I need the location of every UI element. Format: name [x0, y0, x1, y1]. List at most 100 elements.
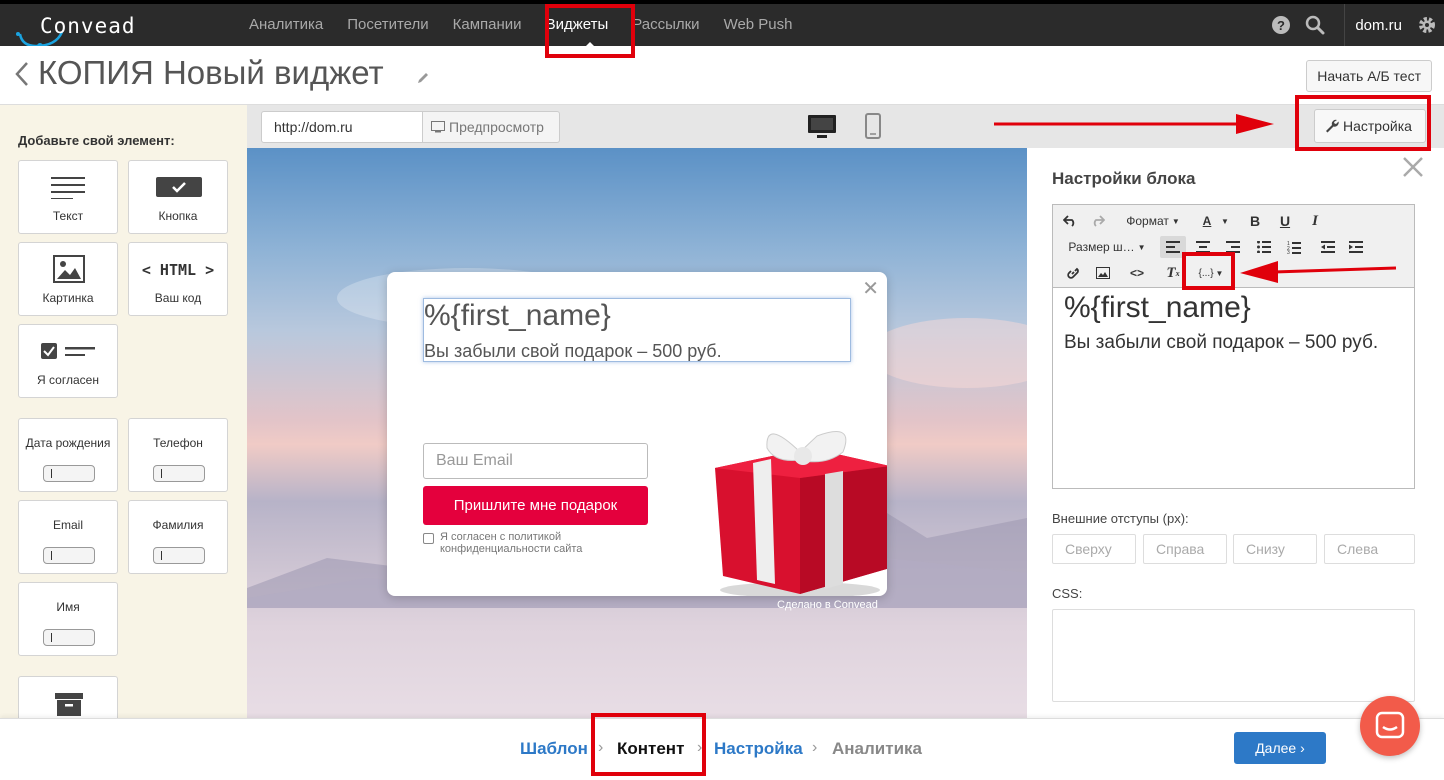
popup-consent-label: Я согласен с политикой конфиденциальност… [440, 531, 583, 555]
bold-icon[interactable]: B [1245, 210, 1265, 232]
svg-text:3: 3 [1287, 250, 1290, 254]
logo-text: Convead [40, 14, 136, 38]
margin-top-input[interactable]: Сверху [1052, 534, 1136, 564]
checkbox-icon [41, 343, 95, 359]
desktop-device-icon[interactable] [808, 115, 836, 139]
undo-icon[interactable] [1059, 210, 1081, 232]
popup-cta-button[interactable]: Пришлите мне подарок [423, 486, 648, 525]
field-preview-input [43, 629, 95, 646]
top-right-tools: ? dom.ru [1264, 4, 1444, 46]
popup-email-input[interactable]: Ваш Email [423, 443, 648, 479]
source-code-icon[interactable]: <> [1125, 262, 1149, 284]
close-panel-icon[interactable] [1402, 156, 1424, 178]
popup-heading: %{first_name} [424, 299, 611, 332]
clear-format-icon[interactable]: Tx [1161, 262, 1185, 284]
popup-text-block[interactable]: %{first_name} Вы забыли свой подарок – 5… [423, 298, 851, 362]
outdent-icon[interactable] [1316, 236, 1340, 258]
align-left-icon[interactable] [1160, 236, 1186, 258]
nav-widgets[interactable]: Виджеты [534, 4, 621, 46]
step-content[interactable]: Контент [617, 739, 684, 759]
wizard-bar: Шаблон › Контент › Настройка › Аналитика… [0, 718, 1444, 780]
main-nav: Аналитика Посетители Кампании Виджеты Ра… [237, 4, 805, 46]
field-lastname[interactable]: Фамилия [128, 500, 228, 574]
widget-canvas: ✕ %{first_name} Вы забыли свой подарок –… [247, 148, 1027, 718]
back-chevron-icon[interactable] [14, 60, 30, 88]
format-dropdown[interactable]: Формат ▼ [1121, 210, 1185, 232]
underline-icon[interactable]: U [1275, 210, 1295, 232]
canvas-toolbar: http://dom.ru Предпросмотр Настройка [247, 104, 1444, 148]
insert-image-icon[interactable] [1091, 262, 1115, 284]
popup-subheading: Вы забыли свой подарок – 500 руб. [424, 341, 722, 361]
css-label: CSS: [1052, 586, 1083, 601]
element-label: Картинка [42, 291, 94, 305]
font-size-dropdown[interactable]: Размер ш… ▼ [1061, 236, 1153, 258]
field-birthdate[interactable]: Дата рождения [18, 418, 118, 492]
edit-pencil-icon[interactable] [416, 71, 430, 85]
made-by-convead[interactable]: Сделано в Convead [777, 599, 878, 611]
popup-consent-checkbox[interactable] [423, 533, 434, 544]
widget-popup[interactable]: ✕ %{first_name} Вы забыли свой подарок –… [387, 272, 887, 596]
step-chevron-icon: › [697, 739, 703, 756]
variables-button[interactable]: {...} ▼ [1190, 262, 1232, 284]
field-email[interactable]: Email [18, 500, 118, 574]
nav-web-push[interactable]: Web Push [712, 4, 805, 46]
editor-content[interactable]: %{first_name} Вы забыли свой подарок – 5… [1064, 291, 1409, 353]
element-agree[interactable]: Я согласен [18, 324, 118, 398]
step-analytics[interactable]: Аналитика [832, 739, 922, 759]
field-preview-input [153, 465, 205, 482]
font-size-dropdown-label: Размер ш… [1068, 240, 1135, 254]
account-name[interactable]: dom.ru [1355, 17, 1402, 34]
gear-icon[interactable] [1410, 4, 1444, 46]
panel-title: Настройки блока [1052, 169, 1196, 188]
bullet-list-icon[interactable] [1252, 236, 1276, 258]
field-preview-input [43, 465, 95, 482]
start-ab-test-button[interactable]: Начать А/Б тест [1306, 60, 1432, 92]
next-button[interactable]: Далее › [1234, 732, 1326, 764]
chevron-down-icon: ▼ [1137, 242, 1146, 252]
align-center-icon[interactable] [1190, 236, 1216, 258]
italic-icon[interactable]: I [1305, 210, 1325, 232]
element-archive[interactable] [18, 676, 118, 718]
step-template[interactable]: Шаблон [520, 739, 588, 759]
html-icon: < HTML > [141, 261, 215, 279]
element-image[interactable]: Картинка [18, 242, 118, 316]
convead-logo[interactable]: Convead [14, 10, 154, 52]
margin-bottom-input[interactable]: Снизу [1233, 534, 1317, 564]
popup-close-icon[interactable]: ✕ [862, 276, 879, 301]
variables-button-label: {...} [1198, 267, 1214, 279]
chat-widget-button[interactable] [1360, 696, 1420, 756]
css-textarea[interactable] [1052, 609, 1415, 702]
monitor-small-icon [431, 121, 445, 133]
element-text[interactable]: Текст [18, 160, 118, 234]
nav-analytics[interactable]: Аналитика [237, 4, 335, 46]
nav-campaigns[interactable]: Кампании [441, 4, 534, 46]
field-firstname[interactable]: Имя [18, 582, 118, 656]
nav-visitors[interactable]: Посетители [335, 4, 440, 46]
margin-left-input[interactable]: Слева [1324, 534, 1415, 564]
rich-text-editor: Формат ▼ A ▼ B U I Размер ш… ▼ 123 <> T … [1052, 204, 1415, 489]
margin-right-input[interactable]: Справа [1143, 534, 1227, 564]
search-icon[interactable] [1298, 4, 1332, 46]
redo-icon[interactable] [1087, 210, 1109, 232]
indent-icon[interactable] [1344, 236, 1368, 258]
page-title: КОПИЯ Новый виджет [38, 54, 384, 91]
align-right-icon[interactable] [1220, 236, 1246, 258]
numbered-list-icon[interactable]: 123 [1282, 236, 1306, 258]
field-label: Имя [56, 600, 80, 614]
field-phone[interactable]: Телефон [128, 418, 228, 492]
font-color-icon[interactable]: A [1197, 210, 1217, 232]
step-chevron-icon: › [598, 739, 604, 756]
element-html[interactable]: < HTML > Ваш код [128, 242, 228, 316]
link-icon[interactable] [1061, 262, 1085, 284]
editor-toolbar: Формат ▼ A ▼ B U I Размер ш… ▼ 123 <> T … [1053, 205, 1414, 288]
help-icon[interactable]: ? [1264, 4, 1298, 46]
format-dropdown-label: Формат [1126, 214, 1169, 228]
element-button[interactable]: Кнопка [128, 160, 228, 234]
nav-mailings[interactable]: Рассылки [620, 4, 711, 46]
chevron-down-icon[interactable]: ▼ [1219, 210, 1231, 232]
mobile-device-icon[interactable] [865, 113, 881, 139]
preview-button[interactable]: Предпросмотр [422, 111, 560, 143]
settings-button[interactable]: Настройка [1314, 109, 1426, 143]
step-settings[interactable]: Настройка [714, 739, 803, 759]
preview-url-input[interactable]: http://dom.ru [261, 111, 423, 143]
